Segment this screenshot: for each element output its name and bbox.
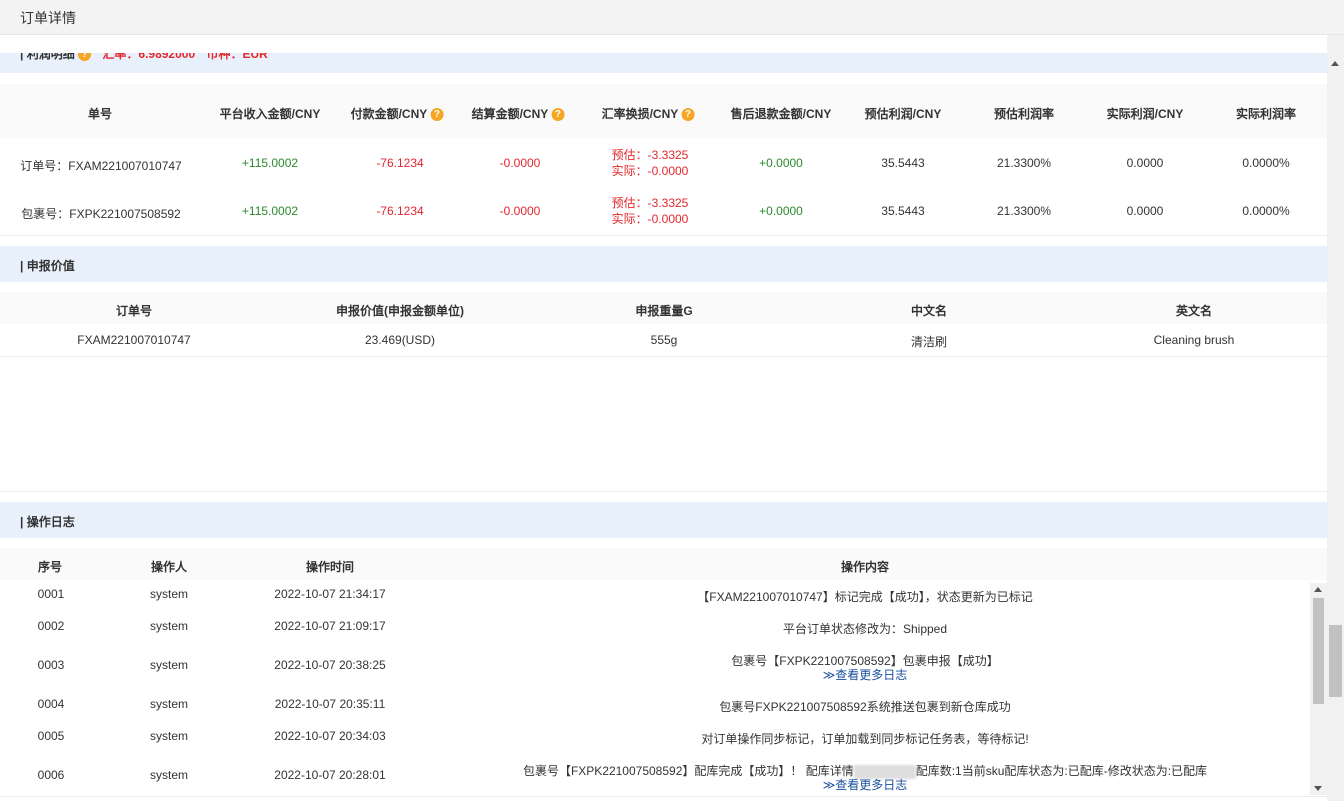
log-no: 0003 — [37, 658, 65, 672]
profit-section-label: | 利润明细 — [20, 53, 75, 61]
log-time: 2022-10-07 20:35:11 — [274, 697, 386, 711]
act-rate-value: 0.0000% — [1242, 156, 1290, 170]
col-weight: 申报重量G — [635, 304, 693, 318]
log-user: system — [149, 697, 189, 711]
divider — [0, 235, 1327, 236]
payment-value: -76.1234 — [376, 204, 424, 218]
settlement-value: -0.0000 — [499, 156, 541, 170]
scroll-up-icon[interactable] — [1314, 587, 1322, 592]
profit-section-header: | 利润明细 ? 汇率：6.9892000 币种：EUR — [0, 53, 1327, 73]
window-title: 订单详情 — [20, 10, 76, 26]
income-value: +115.0002 — [241, 204, 299, 218]
more-logs-link[interactable]: ≫查看更多日志 — [823, 666, 908, 683]
log-no: 0006 — [37, 768, 65, 782]
log-no: 0004 — [37, 697, 65, 711]
declared-order: FXAM221007010747 — [77, 333, 191, 347]
log-user: system — [149, 619, 189, 633]
log-no: 0002 — [37, 619, 65, 633]
currency: 币种：EUR — [206, 53, 268, 61]
col-content: 操作内容 — [840, 560, 890, 574]
more-logs-link[interactable]: ≫查看更多日志 — [823, 776, 908, 793]
log-content: 对订单操作同步标记，订单加载到同步标记任务表，等待标记! — [701, 732, 1029, 746]
log-content: 【FXAM221007010747】标记完成【成功】，状态更新为已标记 — [697, 590, 1033, 604]
log-section-header: | 操作日志 — [0, 502, 1327, 538]
income-value: +115.0002 — [241, 156, 299, 170]
package-id: 包裹号：FXPK221007508592 — [21, 207, 181, 221]
log-content: 包裹号FXPK221007508592系统推送包裹到新仓库成功 — [719, 700, 1011, 714]
fx-loss-value: 预估：-3.3325 实际：-0.0000 — [611, 148, 689, 178]
col-cn-name: 中文名 — [910, 304, 948, 318]
log-table-header: 序号 操作人 操作时间 操作内容 — [0, 548, 1327, 580]
declared-value: 23.469(USD) — [364, 333, 436, 347]
log-user: system — [149, 658, 189, 672]
col-act-profit: 实际利润/CNY — [1106, 107, 1184, 121]
spacer — [0, 35, 1327, 53]
col-est-profit: 预估利润/CNY — [864, 107, 942, 121]
refund-value: +0.0000 — [759, 204, 803, 218]
est-profit-value: 35.5443 — [881, 156, 925, 170]
col-income: 平台收入金额/CNY — [219, 107, 321, 121]
log-user: system — [149, 768, 189, 782]
act-profit-value: 0.0000 — [1126, 156, 1164, 170]
log-time: 2022-10-07 21:09:17 — [274, 619, 386, 633]
help-icon[interactable]: ? — [430, 108, 444, 122]
scroll-down-icon[interactable] — [1314, 786, 1322, 791]
help-icon[interactable]: ? — [681, 108, 695, 122]
col-user: 操作人 — [150, 560, 188, 574]
log-time: 2022-10-07 20:38:25 — [274, 658, 386, 672]
scroll-up-icon[interactable] — [1331, 61, 1339, 66]
est-profit-value: 35.5443 — [881, 204, 925, 218]
log-section-label: | 操作日志 — [20, 515, 75, 529]
log-time: 2022-10-07 20:28:01 — [274, 768, 386, 782]
help-icon[interactable]: ? — [551, 108, 565, 122]
act-profit-value: 0.0000 — [1126, 204, 1164, 218]
refund-value: +0.0000 — [759, 156, 803, 170]
log-time: 2022-10-07 20:34:03 — [274, 729, 386, 743]
divider — [0, 796, 1327, 797]
declaration-section-header: | 申报价值 — [0, 246, 1327, 282]
scroll-thumb[interactable] — [1329, 625, 1342, 697]
log-time: 2022-10-07 21:34:17 — [274, 587, 386, 601]
col-est-rate: 预估利润率 — [993, 107, 1055, 121]
declaration-table-header: 订单号 申报价值(申报金额单位) 申报重量G 中文名 英文名 — [0, 292, 1327, 324]
page-scrollbar[interactable] — [1327, 35, 1344, 801]
act-rate-value: 0.0000% — [1242, 204, 1290, 218]
help-icon[interactable]: ? — [78, 53, 92, 62]
log-user: system — [149, 729, 189, 743]
title-bar: 订单详情 — [0, 0, 1344, 35]
payment-value: -76.1234 — [376, 156, 424, 170]
declared-weight: 555g — [650, 333, 678, 347]
log-no: 0005 — [37, 729, 65, 743]
est-rate-value: 21.3300% — [996, 156, 1052, 170]
settlement-value: -0.0000 — [499, 204, 541, 218]
cn-name: 清洁刷 — [910, 335, 948, 349]
order-id: 订单号：FXAM221007010747 — [20, 159, 182, 173]
col-time: 操作时间 — [305, 560, 355, 574]
col-order: 订单号 — [115, 304, 153, 318]
log-scrollbar[interactable] — [1310, 583, 1327, 795]
exchange-rate: 汇率：6.9892000 — [102, 53, 196, 61]
col-en-name: 英文名 — [1175, 304, 1213, 318]
col-id: 单号 — [87, 107, 113, 121]
log-content: 平台订单状态修改为：Shipped — [782, 622, 948, 636]
scroll-thumb[interactable] — [1313, 598, 1324, 704]
est-rate-value: 21.3300% — [996, 204, 1052, 218]
log-user: system — [149, 587, 189, 601]
col-fx-loss: 汇率换损/CNY ? — [602, 105, 695, 122]
declaration-section-label: | 申报价值 — [20, 259, 75, 273]
col-act-rate: 实际利润率 — [1235, 107, 1297, 121]
col-payment: 付款金额/CNY ? — [351, 105, 444, 122]
divider — [0, 491, 1327, 492]
col-settlement: 结算金额/CNY ? — [472, 105, 565, 122]
fx-loss-value: 预估：-3.3325 实际：-0.0000 — [611, 196, 689, 226]
log-no: 0001 — [37, 587, 65, 601]
col-no: 序号 — [37, 560, 63, 574]
profit-table-header: 单号 平台收入金额/CNY 付款金额/CNY ? 结算金额/CNY ? 汇率换损… — [0, 84, 1327, 138]
divider — [0, 356, 1327, 357]
en-name: Cleaning brush — [1153, 333, 1235, 347]
col-declared-value: 申报价值(申报金额单位) — [336, 304, 464, 318]
col-refund: 售后退款金额/CNY — [730, 107, 832, 121]
